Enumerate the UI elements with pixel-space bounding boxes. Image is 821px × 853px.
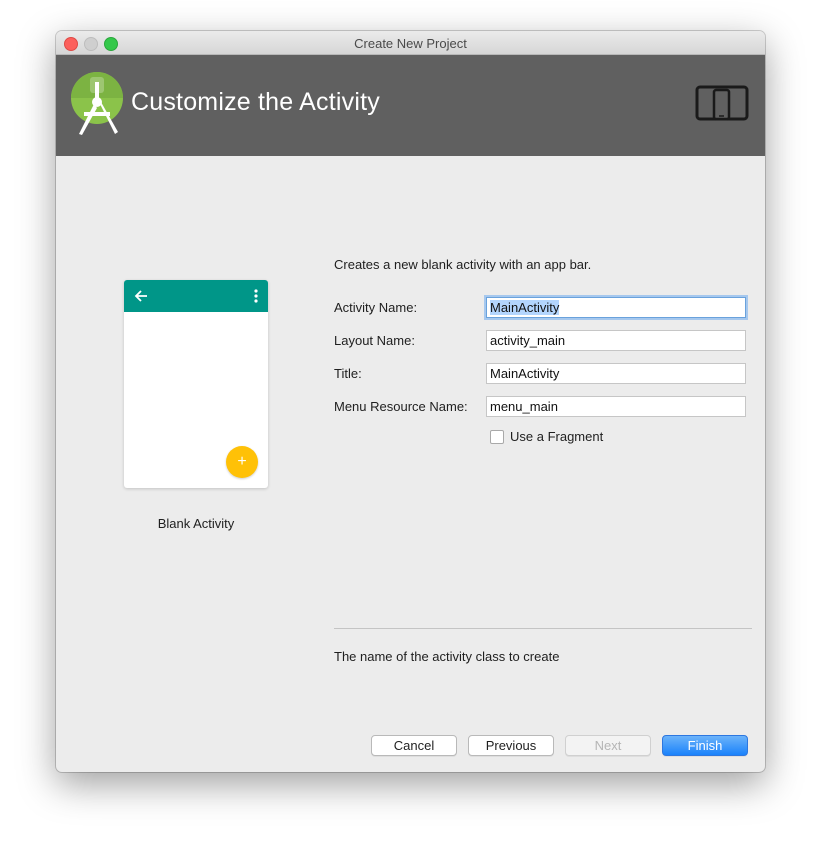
phone-tablet-icon xyxy=(695,85,749,121)
android-studio-logo-icon xyxy=(71,72,123,135)
floating-action-button-icon: + xyxy=(226,446,258,478)
template-name-label: Blank Activity xyxy=(157,516,235,531)
page-title: Customize the Activity xyxy=(131,88,380,116)
cancel-button[interactable]: Cancel xyxy=(371,735,457,756)
title-bar: Create New Project xyxy=(56,31,765,55)
finish-button[interactable]: Finish xyxy=(662,735,748,756)
activity-name-label: Activity Name: xyxy=(334,300,418,315)
menu-resource-name-input[interactable]: menu_main xyxy=(486,396,746,417)
wizard-header: Customize the Activity xyxy=(56,55,765,156)
layout-name-input[interactable]: activity_main xyxy=(486,330,746,351)
menu-resource-name-label: Menu Resource Name: xyxy=(334,399,468,414)
arrow-back-icon xyxy=(134,290,147,302)
preview-app-bar xyxy=(124,280,268,312)
title-input[interactable]: MainActivity xyxy=(486,363,746,384)
overflow-menu-icon xyxy=(254,289,258,303)
next-button[interactable]: Next xyxy=(565,735,651,756)
field-help-text: The name of the activity class to create xyxy=(334,649,560,664)
title-label: Title: xyxy=(334,366,362,381)
template-description: Creates a new blank activity with an app… xyxy=(334,257,592,272)
use-fragment-checkbox[interactable] xyxy=(490,430,504,444)
previous-button[interactable]: Previous xyxy=(468,735,554,756)
window-title: Create New Project xyxy=(354,36,467,51)
activity-preview-thumbnail: + xyxy=(124,280,268,488)
activity-name-input[interactable]: MainActivity xyxy=(486,297,746,318)
create-project-window: Create New Project Customize the Activit… xyxy=(56,31,765,772)
use-fragment-label[interactable]: Use a Fragment xyxy=(510,429,603,444)
divider xyxy=(334,628,752,629)
layout-name-label: Layout Name: xyxy=(334,333,415,348)
activity-name-value: MainActivity xyxy=(490,300,560,315)
